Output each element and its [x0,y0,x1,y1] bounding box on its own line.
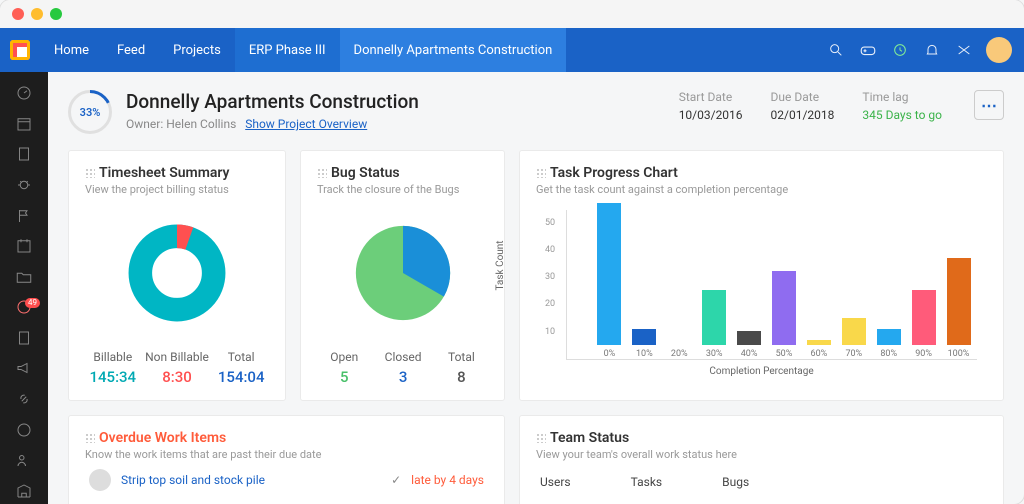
bar-20%: 20% [667,345,692,359]
bar-60%: 60% [806,340,831,359]
teamstatus-card: Team Status View your team's overall wor… [519,415,1004,504]
drag-handle[interactable] [536,433,546,443]
clock-icon[interactable] [884,28,916,72]
stat-closed: Closed3 [385,350,422,386]
user-avatar[interactable] [986,37,1012,63]
rail-milestone[interactable] [0,202,48,229]
more-button[interactable]: ⋯ [974,90,1004,120]
assignee-avatar [89,469,111,491]
maximize-window[interactable] [50,8,62,20]
overdue-card: Overdue Work Items Know the work items t… [68,415,505,504]
rail-announce[interactable] [0,355,48,382]
chart-ylabel: Task Count [495,240,506,290]
chart-xlabel: Completion Percentage [536,366,987,377]
drag-handle[interactable] [536,168,546,178]
close-window[interactable] [12,8,24,20]
project-overview-link[interactable]: Show Project Overview [245,117,367,131]
nav-item-erp-phase-iii[interactable]: ERP Phase III [235,28,340,72]
rail-calendar[interactable] [0,111,48,138]
rail-dashboard[interactable] [0,80,48,107]
bar-80%: 80% [876,329,901,359]
top-nav: HomeFeedProjectsERP Phase IIIDonnelly Ap… [0,28,1024,72]
nav-item-home[interactable]: Home [40,28,103,72]
bar-10%: 10% [632,329,657,359]
bell-icon[interactable] [916,28,948,72]
minimize-window[interactable] [31,8,43,20]
rail-link[interactable] [0,386,48,413]
bar-100%: 100% [946,258,971,359]
rail-clipboard[interactable] [0,141,48,168]
stat-open: Open5 [330,350,358,386]
rail-bug[interactable] [0,172,48,199]
bar-90%: 90% [911,290,936,359]
drag-handle[interactable] [85,433,95,443]
progress-ring: 33% [68,90,112,134]
nav-item-feed[interactable]: Feed [103,28,159,72]
rail-doc[interactable] [0,325,48,352]
overdue-item[interactable]: Strip top soil and stock pile ✓ late by … [85,461,488,499]
bug-pie [348,218,458,328]
main-content: 33% Donnelly Apartments Construction Own… [48,72,1024,504]
team-col-users: Users [540,475,571,489]
task-progress-chart: 10203040500%10%20%30%40%50%60%70%80%90%1… [566,210,977,360]
timesheet-donut [122,218,232,328]
bar-40%: 40% [737,331,762,359]
side-rail [0,72,48,504]
stat-total: Total154:04 [218,350,265,386]
bar-0%: 0% [597,203,622,359]
stat-non-billable: Non Billable8:30 [145,350,209,386]
timesheet-card: Timesheet Summary View the project billi… [68,150,286,401]
progress-card: Task Progress Chart Get the task count a… [519,150,1004,401]
drag-handle[interactable] [317,168,327,178]
rail-alerts[interactable] [0,294,48,321]
project-owner-line: Owner: Helen Collins Show Project Overvi… [126,117,419,131]
rail-schedule[interactable] [0,233,48,260]
rail-org[interactable] [0,478,48,504]
rail-users[interactable] [0,447,48,474]
nav-item-donnelly-apartments-construction[interactable]: Donnelly Apartments Construction [340,28,567,72]
rail-chat[interactable] [0,416,48,443]
bar-50%: 50% [772,271,797,359]
search-icon[interactable] [820,28,852,72]
team-col-tasks: Tasks [631,475,663,489]
check-icon: ✓ [391,473,401,487]
bugstatus-card: Bug Status Track the closure of the Bugs… [300,150,505,401]
bar-30%: 30% [702,290,727,359]
stat-billable: Billable145:34 [90,350,137,386]
gamepad-icon[interactable] [852,28,884,72]
team-col-bugs: Bugs [722,475,749,489]
drag-handle[interactable] [85,168,95,178]
stat-total: Total8 [448,350,475,386]
window-titlebar [0,0,1024,28]
project-title: Donnelly Apartments Construction [126,90,419,113]
nav-item-projects[interactable]: Projects [159,28,235,72]
app-logo[interactable] [0,28,40,72]
rail-folder[interactable] [0,263,48,290]
bar-70%: 70% [841,318,866,359]
settings-icon[interactable] [948,28,980,72]
